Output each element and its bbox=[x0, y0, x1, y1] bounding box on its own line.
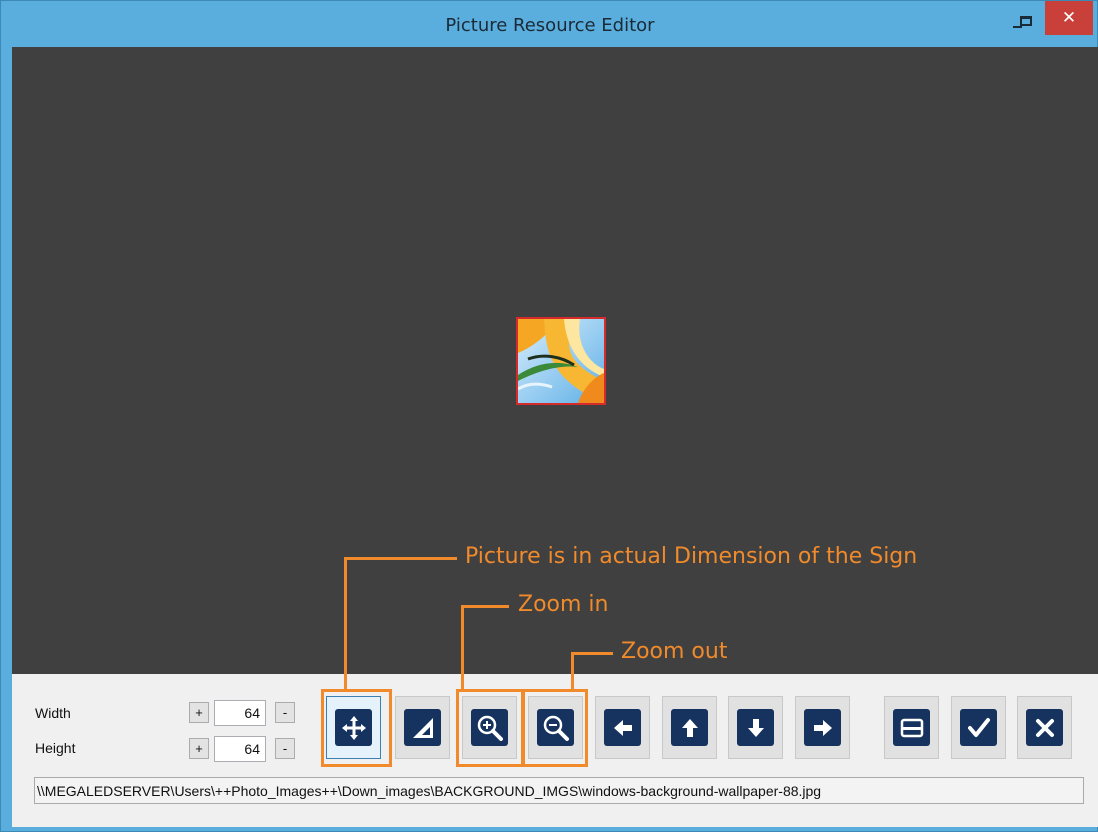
move-left-button[interactable] bbox=[595, 696, 650, 759]
arrow-up-icon bbox=[671, 709, 708, 746]
annotation-connector bbox=[344, 557, 347, 691]
move-right-button[interactable] bbox=[795, 696, 850, 759]
file-path-field[interactable]: \\MEGALEDSERVER\Users\++Photo_Images++\D… bbox=[34, 777, 1084, 804]
title-bar[interactable]: Picture Resource Editor ✕ bbox=[1, 1, 1098, 47]
annotation-connector bbox=[344, 557, 457, 560]
annotation-connector bbox=[571, 652, 613, 655]
maximize-icon bbox=[1020, 16, 1032, 26]
close-icon: ✕ bbox=[1061, 8, 1077, 28]
zoom-out-highlight bbox=[522, 689, 588, 767]
zoom-out-annotation: Zoom out bbox=[621, 639, 728, 664]
width-decrease-button[interactable]: - bbox=[275, 702, 295, 723]
actual-size-icon bbox=[404, 709, 441, 746]
close-button[interactable]: ✕ bbox=[1045, 1, 1093, 35]
width-label: Width bbox=[35, 705, 71, 721]
move-button-highlight bbox=[321, 689, 392, 767]
actual-dimension-annotation: Picture is in actual Dimension of the Si… bbox=[465, 544, 918, 569]
zoom-in-annotation: Zoom in bbox=[518, 592, 609, 617]
height-increase-button[interactable]: + bbox=[189, 738, 209, 759]
annotation-connector bbox=[571, 652, 574, 691]
open-file-button[interactable] bbox=[884, 696, 939, 759]
arrow-left-icon bbox=[604, 709, 641, 746]
arrow-right-icon bbox=[804, 709, 841, 746]
cancel-icon bbox=[1026, 709, 1063, 746]
move-down-button[interactable] bbox=[728, 696, 783, 759]
window-title: Picture Resource Editor bbox=[445, 15, 655, 36]
annotation-connector bbox=[461, 605, 464, 691]
actual-size-button[interactable] bbox=[395, 696, 450, 759]
cancel-button[interactable] bbox=[1017, 696, 1072, 759]
accept-button[interactable] bbox=[951, 696, 1006, 759]
height-label: Height bbox=[35, 740, 76, 756]
width-increase-button[interactable]: + bbox=[189, 702, 209, 723]
move-up-button[interactable] bbox=[662, 696, 717, 759]
open-folder-icon bbox=[893, 709, 930, 746]
zoom-in-highlight bbox=[456, 689, 524, 767]
height-field[interactable]: 64 bbox=[214, 736, 266, 762]
width-field[interactable]: 64 bbox=[214, 700, 266, 726]
check-icon bbox=[960, 709, 997, 746]
picture-preview[interactable] bbox=[516, 317, 606, 405]
height-decrease-button[interactable]: - bbox=[275, 738, 295, 759]
editor-window: Picture Resource Editor ✕ Width Height +… bbox=[0, 0, 1098, 832]
maximize-button[interactable] bbox=[1013, 5, 1039, 37]
arrow-down-icon bbox=[737, 709, 774, 746]
picture-canvas[interactable] bbox=[12, 47, 1098, 674]
wallpaper-thumbnail bbox=[518, 319, 604, 403]
annotation-connector bbox=[461, 605, 509, 608]
